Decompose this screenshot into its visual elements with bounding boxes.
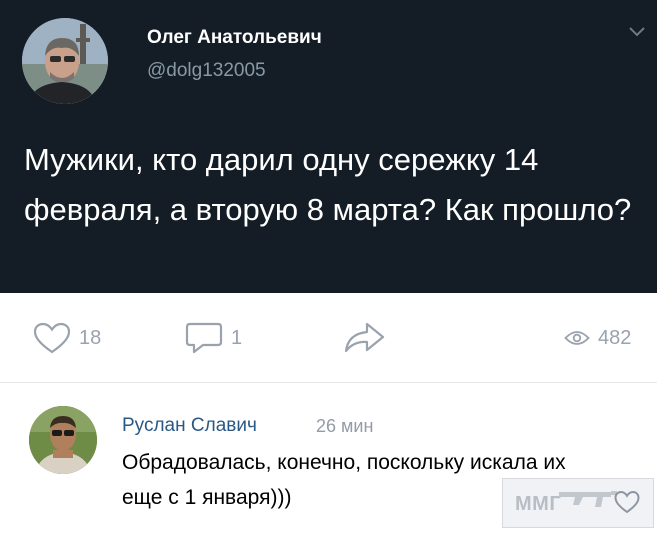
like-button[interactable]: 18 xyxy=(33,321,101,355)
screenshot: Олег Анатольевич @dolg132005 Мужики, кто… xyxy=(0,0,657,533)
tweet-author-handle[interactable]: @dolg132005 xyxy=(147,60,266,82)
comment-button[interactable]: 1 xyxy=(185,321,242,355)
chevron-down-icon[interactable] xyxy=(627,24,647,40)
section-divider xyxy=(0,382,657,383)
comment-author-name[interactable]: Руслан Славич xyxy=(122,415,257,437)
comment-count: 1 xyxy=(231,326,243,349)
like-count: 18 xyxy=(79,326,102,349)
eye-icon xyxy=(564,331,590,345)
comment-timestamp: 26 мин xyxy=(316,416,374,436)
heart-icon xyxy=(33,322,71,354)
views-count: 482 xyxy=(598,326,632,349)
tweet-text: Мужики, кто дарил одну сережку 14 феврал… xyxy=(24,142,632,227)
views-counter: 482 xyxy=(564,321,631,355)
post-action-bar: 18 1 482 xyxy=(0,293,657,383)
tweet-author-name[interactable]: Олег Анатольевич xyxy=(147,27,322,49)
comment-icon xyxy=(185,322,223,354)
comment-author-avatar[interactable] xyxy=(29,406,97,474)
tweet-author-avatar[interactable] xyxy=(22,18,108,104)
share-button[interactable] xyxy=(342,321,386,355)
tweet-card: Олег Анатольевич @dolg132005 Мужики, кто… xyxy=(0,0,657,293)
share-icon xyxy=(344,322,385,353)
comment-like-icon[interactable] xyxy=(614,490,640,514)
